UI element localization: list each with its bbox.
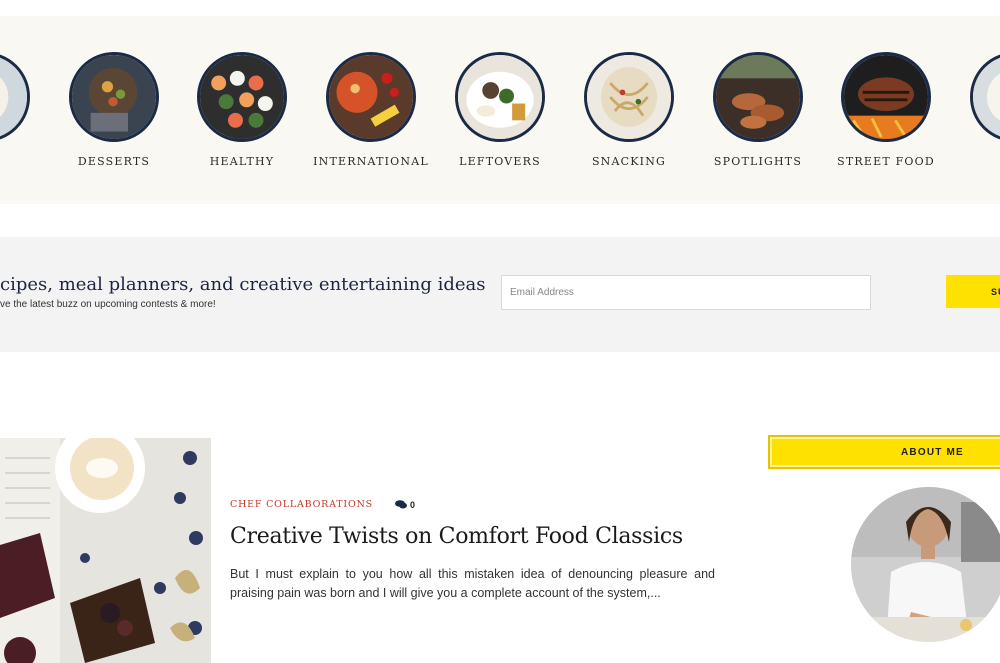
spotlights-grill-photo bbox=[713, 52, 803, 142]
category-meals[interactable]: LS bbox=[0, 52, 45, 168]
category-leftovers[interactable]: LEFTOVERS bbox=[440, 52, 560, 168]
category-label: SPOTLIGHTS bbox=[713, 155, 803, 168]
newsletter-title: cipes, meal planners, and creative enter… bbox=[0, 274, 486, 295]
category-beverages[interactable]: BE bbox=[955, 52, 1000, 168]
desserts-food-photo bbox=[69, 52, 159, 142]
category-desserts[interactable]: DESSERTS bbox=[54, 52, 174, 168]
category-strip: LS DESSERTS HEALTHY INTERNATIONAL LEFTOV… bbox=[0, 16, 1000, 204]
post-meta: CHEF COLLABORATIONS 0 bbox=[230, 499, 415, 510]
street-food-steak-photo bbox=[841, 52, 931, 142]
category-street-food[interactable]: STREET FOOD bbox=[826, 52, 946, 168]
leftovers-food-photo bbox=[455, 52, 545, 142]
email-field[interactable] bbox=[501, 275, 871, 310]
category-label: BE bbox=[955, 155, 1000, 168]
international-food-photo bbox=[326, 52, 416, 142]
category-label: HEALTHY bbox=[209, 155, 275, 168]
comments-icon bbox=[394, 500, 407, 509]
category-healthy[interactable]: HEALTHY bbox=[182, 52, 302, 168]
category-label: LS bbox=[0, 155, 45, 168]
category-label: INTERNATIONAL bbox=[313, 155, 429, 168]
healthy-sushi-photo bbox=[197, 52, 287, 142]
category-international[interactable]: INTERNATIONAL bbox=[311, 52, 431, 168]
newsletter-signup: cipes, meal planners, and creative enter… bbox=[0, 237, 1000, 352]
comment-count: 0 bbox=[409, 499, 415, 510]
category-label: LEFTOVERS bbox=[459, 155, 541, 168]
beverages-food-photo bbox=[970, 52, 1000, 142]
category-snacking[interactable]: SNACKING bbox=[569, 52, 689, 168]
meals-food-photo bbox=[0, 52, 30, 142]
category-label: SNACKING bbox=[591, 155, 667, 168]
author-avatar bbox=[851, 487, 1000, 642]
category-spotlights[interactable]: SPOTLIGHTS bbox=[698, 52, 818, 168]
newsletter-subtitle: ve the latest buzz on upcoming contests … bbox=[0, 299, 216, 310]
snacking-pasta-photo bbox=[584, 52, 674, 142]
category-label: STREET FOOD bbox=[837, 155, 935, 168]
subscribe-button[interactable]: SU bbox=[946, 275, 1000, 308]
comments-link[interactable]: 0 bbox=[394, 499, 415, 510]
post-title[interactable]: Creative Twists on Comfort Food Classics bbox=[230, 524, 683, 549]
category-label: DESSERTS bbox=[77, 155, 151, 168]
about-me-button[interactable]: ABOUT ME bbox=[768, 435, 1000, 469]
post-thumbnail[interactable] bbox=[0, 438, 211, 663]
post-category-link[interactable]: CHEF COLLABORATIONS bbox=[230, 499, 373, 510]
post-excerpt: But I must explain to you how all this m… bbox=[230, 567, 715, 600]
